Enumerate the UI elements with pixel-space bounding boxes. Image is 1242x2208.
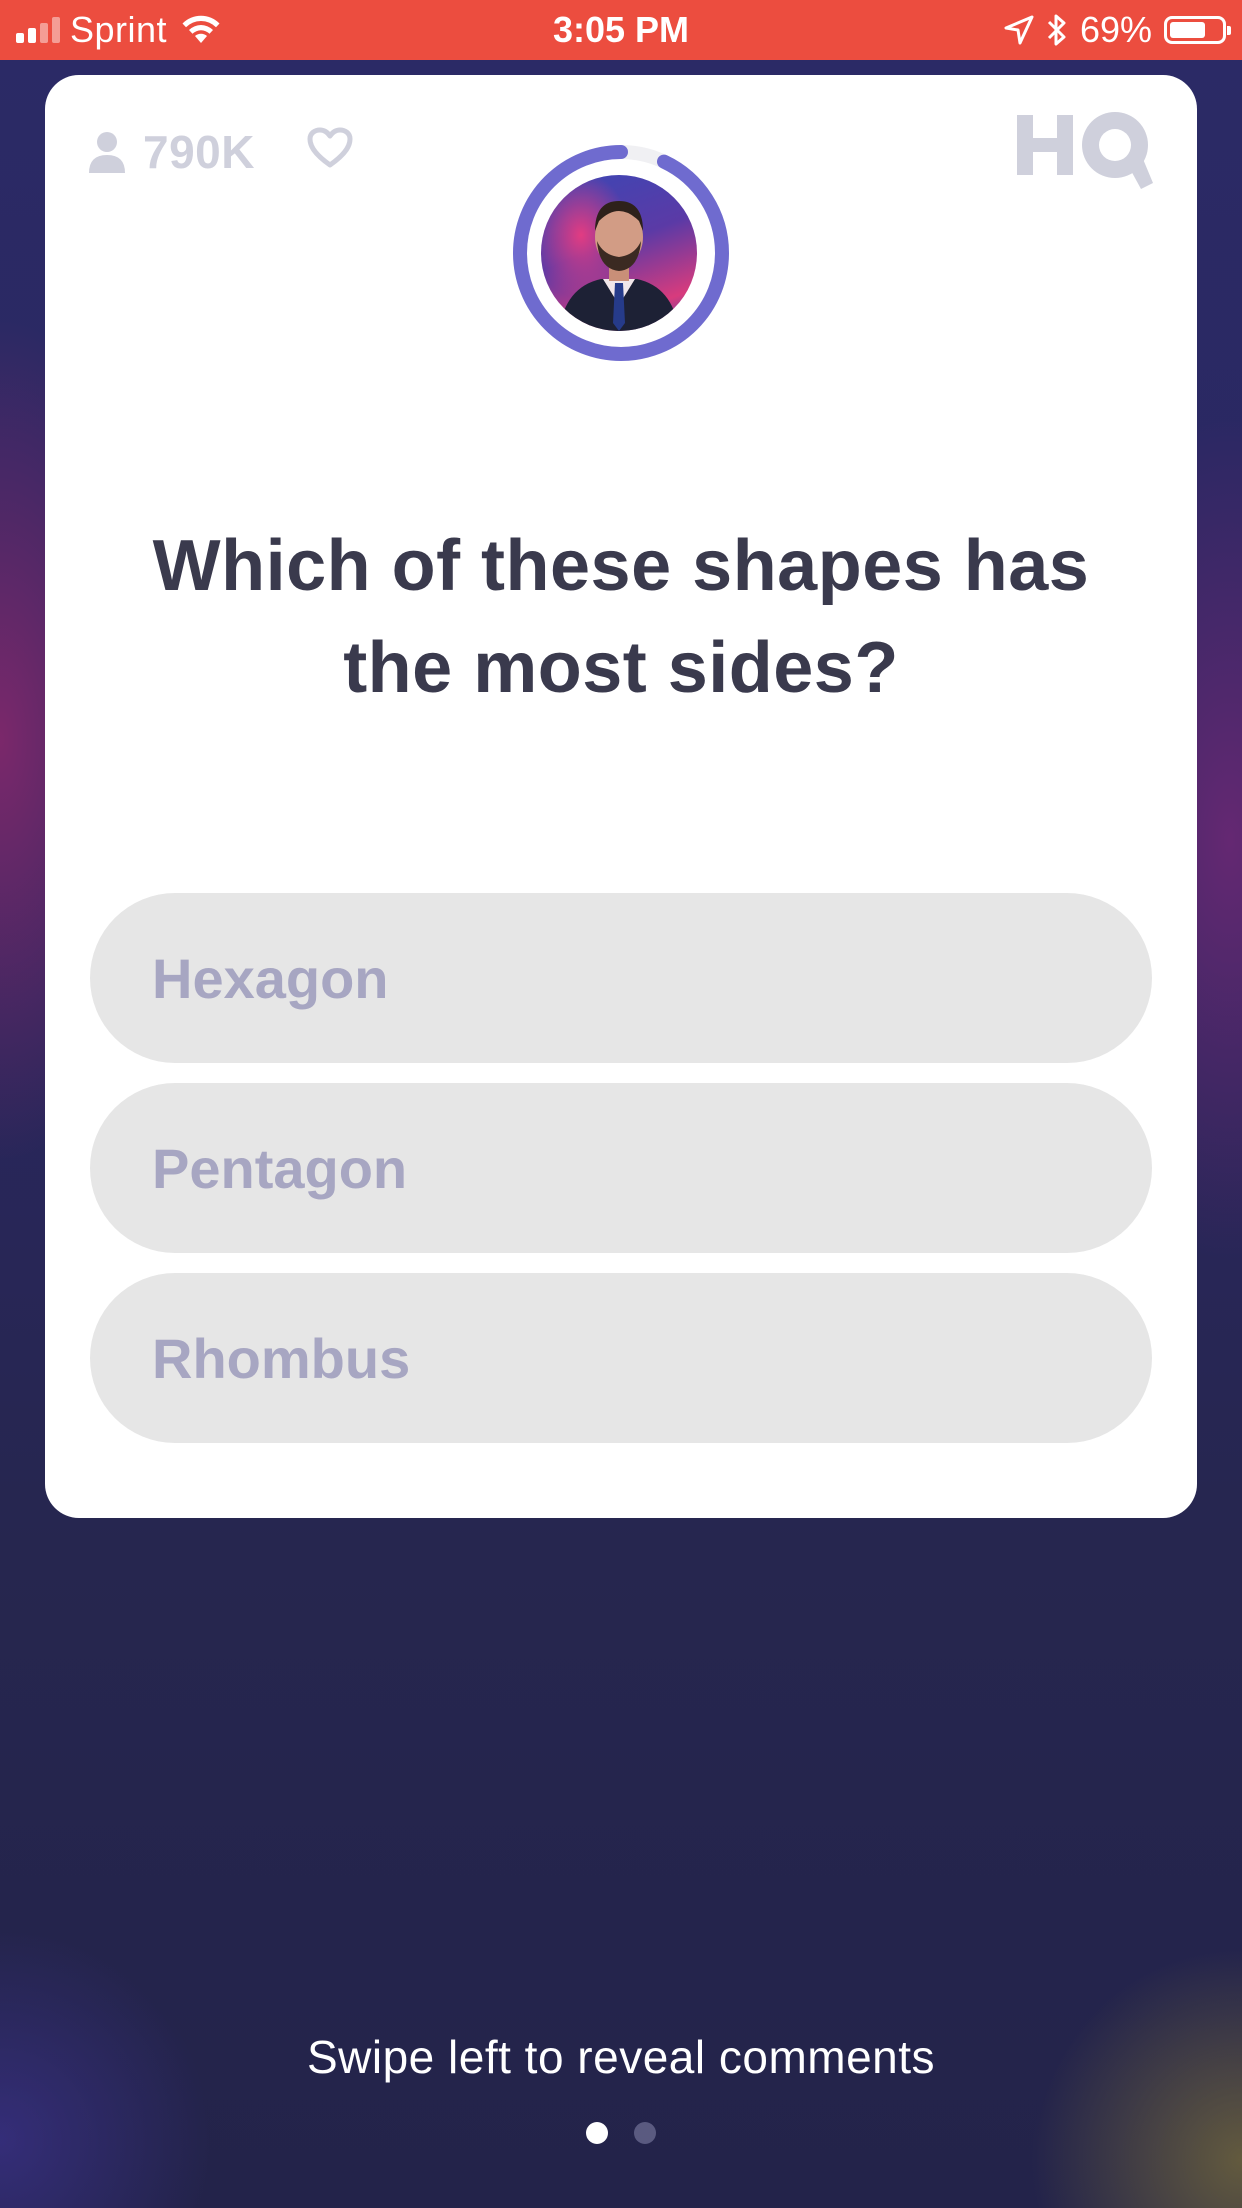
swipe-hint: Swipe left to reveal comments [306, 2031, 936, 2083]
person-icon [89, 132, 125, 173]
battery-fill [1170, 22, 1205, 38]
battery-percent: 69% [1079, 9, 1152, 50]
answer-label: Rhombus [152, 1326, 411, 1390]
heart-icon[interactable] [307, 127, 353, 169]
page-indicator[interactable] [0, 2122, 1242, 2144]
hq-logo [1017, 112, 1153, 189]
bluetooth-icon [1047, 14, 1066, 46]
question-text: Which of these shapes has the most sides… [152, 526, 1090, 708]
viewer-count-group: 790K [89, 125, 255, 179]
answer-option[interactable]: Pentagon [90, 1083, 1152, 1253]
answer-label: Pentagon [152, 1136, 408, 1200]
answer-label: Hexagon [152, 946, 389, 1010]
status-bar-right: 69% [1004, 0, 1231, 60]
battery-icon [1164, 16, 1231, 44]
answer-option[interactable]: Hexagon [90, 893, 1152, 1063]
question-card: 790K Which of these shapes has the most … [45, 75, 1197, 1518]
page-dot-2[interactable] [634, 2122, 656, 2144]
answer-option[interactable]: Rhombus [90, 1273, 1152, 1443]
viewer-count: 790K [143, 126, 255, 178]
status-bar: Sprint 3:05 PM 69% [0, 0, 1242, 60]
page-dot-1[interactable] [586, 2122, 608, 2144]
host-avatar [541, 175, 697, 331]
location-arrow-icon [1004, 15, 1034, 45]
